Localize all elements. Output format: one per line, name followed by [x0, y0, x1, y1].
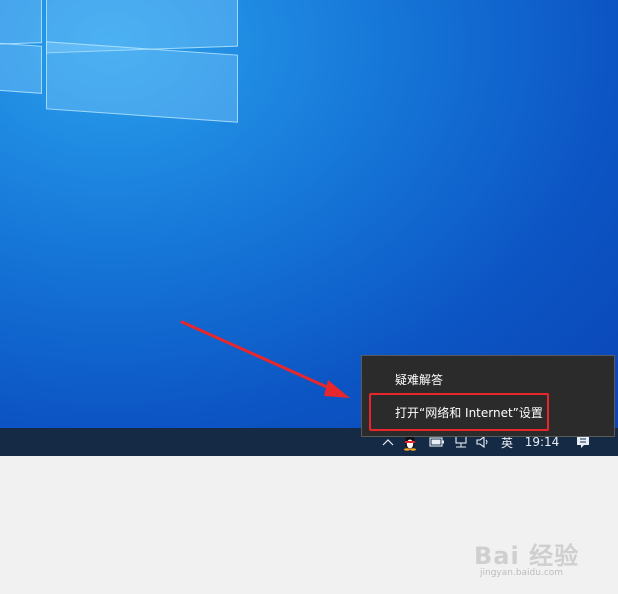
baidu-watermark: Bai 经验 jingyan.baidu.com [474, 536, 580, 578]
watermark-url: jingyan.baidu.com [480, 568, 564, 578]
red-arrow-annotation [180, 320, 350, 398]
windows-logo-graphic [0, 0, 240, 123]
red-highlight-box [369, 393, 549, 431]
watermark-logo-text: Bai 经验 [474, 542, 580, 570]
menu-item-troubleshoot[interactable]: 疑难解答 [370, 368, 608, 392]
